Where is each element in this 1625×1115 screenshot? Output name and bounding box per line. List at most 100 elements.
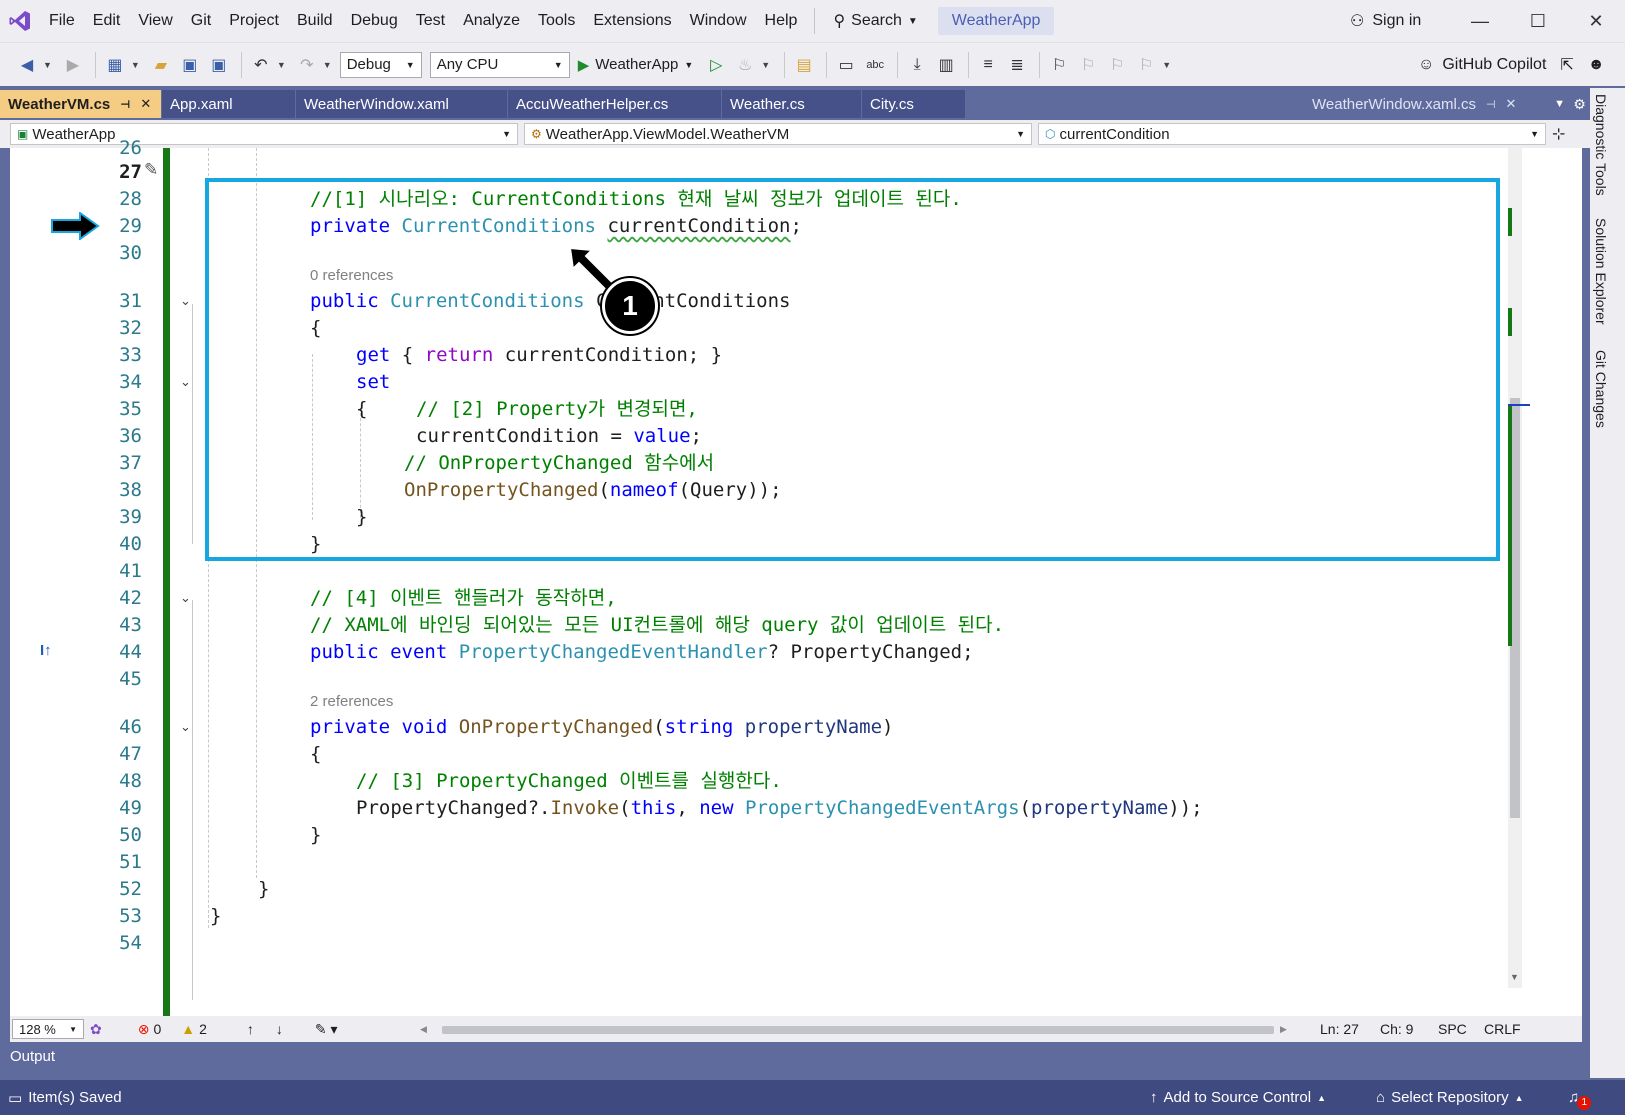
tab-accuweatherhelper-cs[interactable]: AccuWeatherHelper.cs: [508, 90, 722, 118]
tab-weatherwindow-xaml-cs-preview[interactable]: WeatherWindow.xaml.cs ⊣ ✕: [1304, 90, 1550, 118]
close-window-button[interactable]: ✕: [1568, 0, 1624, 42]
health-icon[interactable]: ✿: [90, 1021, 102, 1038]
previous-bookmark-icon[interactable]: ⚐: [1075, 52, 1101, 78]
menu-project[interactable]: Project: [220, 0, 288, 42]
scroll-marker: [1508, 406, 1512, 646]
search-box[interactable]: ⚲ Search ▼: [823, 11, 927, 31]
save-all-icon[interactable]: ▣: [206, 52, 232, 78]
share-icon[interactable]: ⇱: [1560, 55, 1573, 75]
code-cleanup-icon[interactable]: ✎ ▾: [315, 1021, 338, 1038]
add-to-source-control-button[interactable]: ↑ Add to Source Control ▲: [1150, 1089, 1326, 1106]
open-folder-icon[interactable]: ▰: [148, 52, 174, 78]
zoom-select[interactable]: 128 % ▼: [12, 1019, 84, 1039]
platform-select[interactable]: Any CPU ▼: [429, 51, 570, 78]
menu-tools[interactable]: Tools: [529, 0, 584, 42]
scroll-down-icon[interactable]: ▼: [1510, 972, 1519, 982]
next-bookmark-icon[interactable]: ⚐: [1104, 52, 1130, 78]
sign-in-button[interactable]: ⚇ Sign in: [1350, 0, 1421, 42]
menu-git[interactable]: Git: [182, 0, 220, 42]
toolbar-separator: [240, 51, 242, 78]
tab-city-cs[interactable]: City.cs: [862, 90, 966, 118]
solution-explorer-tab[interactable]: Solution Explorer: [1593, 218, 1609, 325]
quick-actions-icon[interactable]: ✎: [144, 160, 158, 180]
line-ending-indicator[interactable]: CRLF: [1484, 1021, 1521, 1037]
tab-weatherwindow-xaml[interactable]: WeatherWindow.xaml: [296, 90, 508, 118]
visual-studio-logo-icon[interactable]: [0, 0, 40, 42]
codelens-references[interactable]: 2 references: [310, 692, 393, 712]
menu-analyze[interactable]: Analyze: [454, 0, 529, 42]
chevron-down-icon[interactable]: ▼: [43, 60, 52, 70]
arrow-up-icon[interactable]: ↑: [247, 1021, 254, 1037]
navigate-forward-icon[interactable]: ▶: [60, 52, 86, 78]
tab-weather-cs[interactable]: Weather.cs: [722, 90, 862, 118]
start-debugging-button[interactable]: ▶ WeatherApp ▼: [578, 56, 694, 74]
configuration-select[interactable]: Debug ▼: [339, 51, 422, 78]
tab-overflow[interactable]: ▼ ⚙: [1550, 90, 1590, 118]
new-project-icon[interactable]: ▦: [102, 52, 128, 78]
select-repository-button[interactable]: ⌂ Select Repository ▲: [1376, 1089, 1524, 1106]
code-event-declaration: public event PropertyChangedEventHandler…: [310, 638, 974, 666]
column-indicator[interactable]: Ch: 9: [1380, 1021, 1413, 1037]
browse-folder-icon[interactable]: ▤: [791, 52, 817, 78]
warning-count[interactable]: ▲ 2: [181, 1021, 207, 1037]
minimize-button[interactable]: —: [1452, 0, 1508, 42]
tab-app-xaml[interactable]: App.xaml: [162, 90, 296, 118]
tab-weathervm-cs[interactable]: WeatherVM.cs ⊣ ✕: [0, 90, 162, 118]
collapse-icon[interactable]: ⌄: [180, 374, 191, 390]
git-changes-tab[interactable]: Git Changes: [1593, 350, 1609, 428]
horizontal-scrollbar[interactable]: [442, 1026, 1274, 1034]
save-icon[interactable]: ▣: [177, 52, 203, 78]
chevron-down-icon[interactable]: ▼: [131, 60, 140, 70]
menu-test[interactable]: Test: [407, 0, 454, 42]
menu-window[interactable]: Window: [681, 0, 756, 42]
layout-icon[interactable]: ▭: [833, 52, 859, 78]
navigate-back-icon[interactable]: ◀: [14, 52, 40, 78]
spacing-indicator[interactable]: SPC: [1438, 1021, 1467, 1037]
redo-icon[interactable]: ↷: [294, 52, 320, 78]
chevron-down-icon[interactable]: ▼: [1554, 98, 1565, 110]
menu-build[interactable]: Build: [288, 0, 342, 42]
gear-icon[interactable]: ⚙: [1573, 96, 1586, 113]
chevron-down-icon[interactable]: ▼: [761, 60, 770, 70]
close-icon[interactable]: ✕: [140, 96, 151, 112]
keyword: string: [664, 716, 734, 738]
uncomment-lines-icon[interactable]: ≣: [1004, 52, 1030, 78]
feedback-icon[interactable]: ☻: [1588, 56, 1605, 74]
maximize-button[interactable]: ☐: [1510, 0, 1566, 42]
hot-reload-icon[interactable]: ♨: [732, 52, 758, 78]
scroll-right-icon[interactable]: ▶: [1280, 1024, 1287, 1035]
chevron-down-icon[interactable]: ▼: [277, 60, 286, 70]
code-editor[interactable]: 26 27 ✎ 28 //[1] 시나리오: CurrentConditions…: [10, 137, 1582, 1026]
chevron-down-icon[interactable]: ▼: [323, 60, 332, 70]
vertical-scrollbar[interactable]: ▼: [1508, 148, 1530, 988]
spell-check-icon[interactable]: abc: [862, 52, 888, 78]
github-copilot-button[interactable]: ☺ GitHub Copilot ⇱ ☻: [1418, 43, 1605, 87]
menu-file[interactable]: File: [40, 0, 84, 42]
start-without-debugging-icon[interactable]: ▷: [703, 52, 729, 78]
error-count[interactable]: ⊗ 0: [138, 1021, 162, 1038]
menu-edit[interactable]: Edit: [84, 0, 130, 42]
collapse-icon[interactable]: ⌄: [180, 293, 191, 309]
scroll-left-icon[interactable]: ◀: [420, 1024, 427, 1035]
diagnostic-tools-tab[interactable]: Diagnostic Tools: [1593, 94, 1609, 196]
output-panel-tab[interactable]: Output: [10, 1044, 55, 1070]
close-icon[interactable]: ✕: [1506, 96, 1517, 112]
pages-icon[interactable]: ▥: [933, 52, 959, 78]
menu-debug[interactable]: Debug: [342, 0, 407, 42]
notifications-button[interactable]: ♫ 1: [1568, 1086, 1592, 1110]
pin-icon[interactable]: ⊣: [120, 98, 130, 111]
collapse-icon[interactable]: ⌄: [180, 719, 191, 735]
comment-lines-icon[interactable]: ≡: [975, 52, 1001, 78]
line-indicator[interactable]: Ln: 27: [1320, 1021, 1359, 1037]
bookmark-icon[interactable]: ⚐: [1046, 52, 1072, 78]
menu-view[interactable]: View: [129, 0, 181, 42]
pin-icon[interactable]: ⊣: [1486, 98, 1496, 111]
collapse-icon[interactable]: ⌄: [180, 590, 191, 606]
undo-icon[interactable]: ↶: [248, 52, 274, 78]
chevron-down-icon[interactable]: ▼: [1162, 60, 1171, 70]
arrow-down-icon[interactable]: ↓: [276, 1021, 283, 1037]
menu-extensions[interactable]: Extensions: [584, 0, 680, 42]
menu-help[interactable]: Help: [756, 0, 807, 42]
clear-bookmarks-icon[interactable]: ⚐: [1133, 52, 1159, 78]
step-icon[interactable]: ⤓: [904, 52, 930, 78]
